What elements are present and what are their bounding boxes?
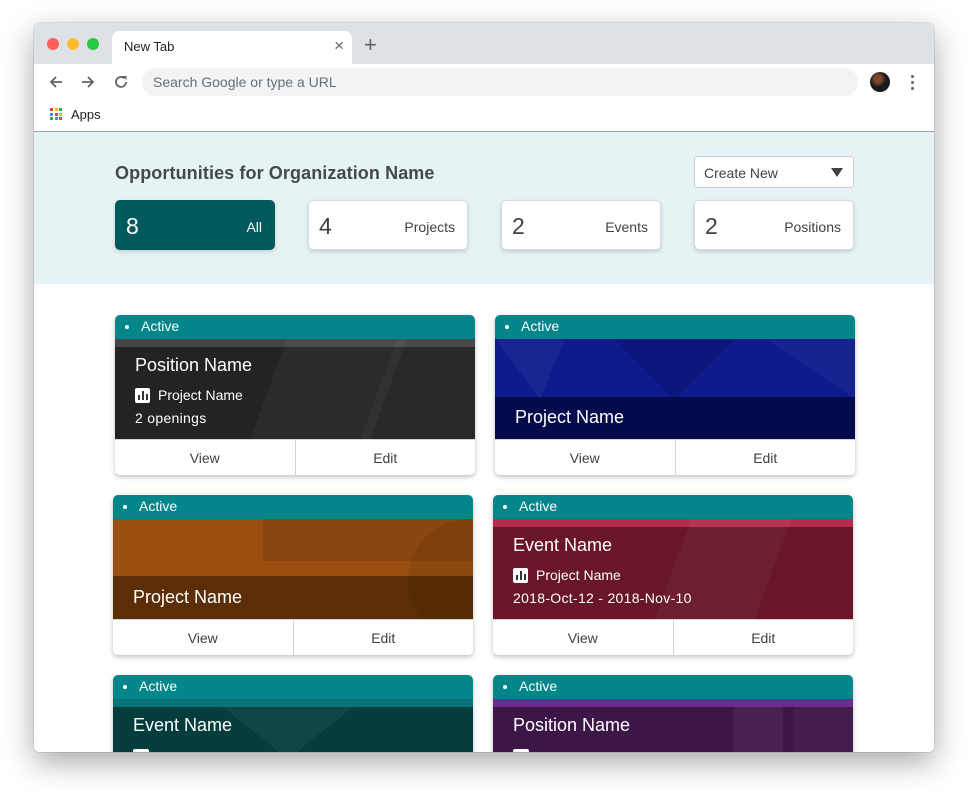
title-bar: New Tab × + [34, 23, 934, 64]
card-dates: 2018-Oct-12 - 2018-Nov-10 [513, 590, 692, 606]
browser-window: New Tab × + Apps Opportunities for Organ [34, 23, 934, 752]
stat-count: 2 [512, 213, 525, 239]
card-project: Project Name [513, 567, 621, 583]
forward-icon[interactable] [76, 70, 100, 94]
create-new-label: Create New [704, 165, 778, 181]
status-badge: Active [493, 495, 853, 519]
card-banner: Event Name Project Name 2018-Oct-12 - 20… [493, 519, 853, 619]
minimize-window-button[interactable] [67, 38, 79, 50]
status-dot-icon [123, 505, 127, 509]
browser-toolbar [34, 64, 934, 100]
filter-events[interactable]: 2 Events [501, 200, 661, 250]
chart-icon [135, 387, 150, 403]
card-actions: View Edit [495, 439, 855, 475]
card-banner: Position Name Project Name 2 openings [115, 339, 475, 439]
status-badge: Active [113, 675, 473, 699]
card-openings: 2 openings [135, 410, 207, 426]
card-project: Project Name [135, 387, 243, 403]
status-badge: Active [113, 495, 473, 519]
new-tab-button[interactable]: + [364, 32, 377, 58]
chart-icon [133, 749, 149, 752]
card-actions: View Edit [113, 619, 473, 655]
view-button[interactable]: View [495, 440, 675, 475]
card-banner: Project Name [495, 339, 855, 439]
tab-close-icon[interactable]: × [334, 36, 344, 56]
card-title[interactable]: Event Name [513, 535, 612, 556]
opportunity-card-project: Active Project Name View Edit [113, 495, 473, 655]
opportunity-card-position: Active Position Name Project Name 2 open… [115, 315, 475, 475]
status-dot-icon [503, 505, 507, 509]
apps-bookmark[interactable]: Apps [71, 107, 101, 122]
caret-down-icon [831, 168, 843, 177]
edit-button[interactable]: Edit [292, 620, 473, 655]
filter-projects[interactable]: 4 Projects [308, 200, 468, 250]
status-dot-icon [505, 325, 509, 329]
status-badge: Active [493, 675, 853, 699]
stat-label: Projects [404, 219, 455, 235]
opportunity-card-position: Active Position Name [493, 675, 853, 752]
page-title: Opportunities for Organization Name [115, 163, 435, 183]
card-banner: Project Name [113, 519, 473, 619]
card-title[interactable]: Project Name [133, 587, 242, 608]
edit-button[interactable]: Edit [294, 440, 475, 475]
opportunity-card-event: Active Event Name [113, 675, 473, 752]
view-button[interactable]: View [113, 620, 293, 655]
status-dot-icon [125, 325, 129, 329]
stat-count: 4 [319, 213, 332, 239]
browser-menu-icon[interactable] [904, 72, 920, 92]
opportunity-card-project: Active Project Name View Edit [495, 315, 855, 475]
stat-label: Events [605, 219, 648, 235]
status-dot-icon [123, 685, 127, 689]
calendar-icon [513, 749, 529, 752]
stat-count: 2 [705, 213, 718, 239]
edit-button[interactable]: Edit [672, 620, 853, 655]
card-actions: View Edit [493, 619, 853, 655]
stat-label: Positions [784, 219, 841, 235]
tab-title: New Tab [124, 39, 175, 54]
filter-positions[interactable]: 2 Positions [694, 200, 854, 250]
view-button[interactable]: View [115, 440, 295, 475]
status-dot-icon [503, 685, 507, 689]
apps-grid-icon[interactable] [50, 108, 62, 120]
address-bar[interactable] [142, 68, 858, 96]
card-banner: Position Name [493, 699, 853, 752]
opportunity-card-event: Active Event Name Project Name 2018-Oct-… [493, 495, 853, 655]
profile-avatar[interactable] [870, 72, 890, 92]
browser-tab[interactable]: New Tab × [112, 31, 352, 64]
edit-button[interactable]: Edit [674, 440, 855, 475]
reload-icon[interactable] [109, 70, 133, 94]
card-actions: View Edit [115, 439, 475, 475]
card-banner: Event Name [113, 699, 473, 752]
status-badge: Active [495, 315, 855, 339]
stat-count: 8 [126, 213, 139, 239]
card-title[interactable]: Event Name [133, 715, 232, 736]
card-title[interactable]: Position Name [513, 715, 630, 736]
close-window-button[interactable] [47, 38, 59, 50]
card-title[interactable]: Project Name [515, 407, 624, 428]
maximize-window-button[interactable] [87, 38, 99, 50]
bookmarks-bar: Apps [34, 100, 934, 132]
view-button[interactable]: View [493, 620, 673, 655]
chart-icon [513, 567, 528, 583]
stat-label: All [246, 219, 262, 235]
back-icon[interactable] [44, 70, 68, 94]
page-content: Opportunities for Organization Name Crea… [34, 132, 934, 752]
opportunities-header: Opportunities for Organization Name Crea… [34, 132, 934, 284]
filter-all[interactable]: 8 All [115, 200, 275, 250]
create-new-dropdown[interactable]: Create New [694, 156, 854, 188]
card-title[interactable]: Position Name [135, 355, 252, 376]
status-badge: Active [115, 315, 475, 339]
